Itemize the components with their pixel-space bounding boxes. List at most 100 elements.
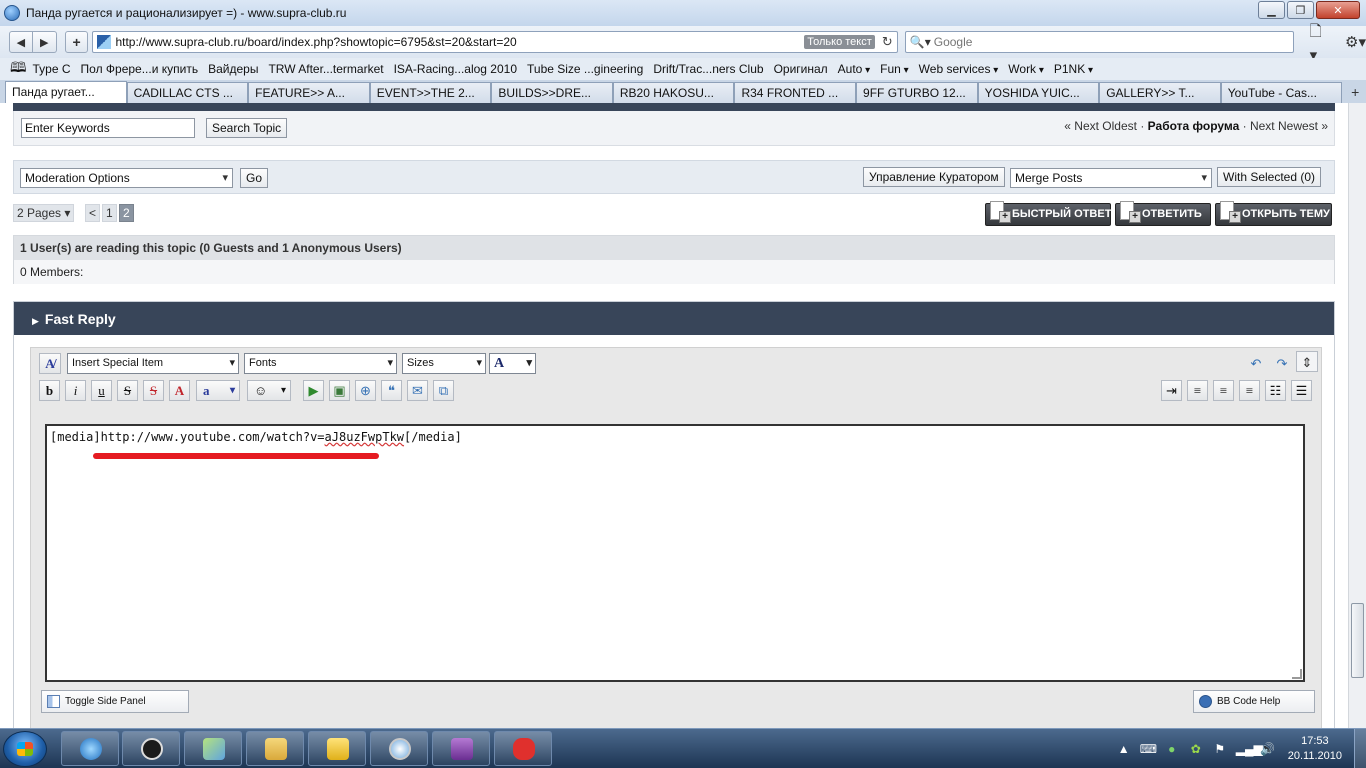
bold-icon[interactable]: b [39,380,60,401]
quick-reply-button[interactable]: БЫСТРЫЙ ОТВЕТ [985,201,1111,226]
strikethrough-icon[interactable]: S [117,380,138,401]
scrollbar-thumb[interactable] [1351,603,1364,678]
new-tab-button[interactable]: + [64,31,89,53]
next-newest-link[interactable]: Next Newest » [1250,119,1328,133]
show-desktop-button[interactable] [1354,729,1366,768]
tab[interactable]: CADILLAC CTS ... [126,82,249,103]
font-color-icon[interactable]: A [169,380,190,401]
remove-format-icon[interactable]: S [143,380,164,401]
reader-mode-badge[interactable]: Только текст [804,35,875,49]
bullet-list-icon[interactable]: ☰ [1291,380,1312,401]
insert-image-icon[interactable]: ▣ [329,380,350,401]
web-search-input[interactable] [933,35,1274,49]
bookmark-folder[interactable]: Web services [919,62,999,76]
bookmark-item[interactable]: Drift/Trac...ners Club [653,62,763,76]
taskbar-app[interactable] [184,731,242,766]
align-right-icon[interactable]: ≡ [1239,380,1260,401]
align-center-icon[interactable]: ≡ [1213,380,1234,401]
insert-link-icon[interactable]: ⊕ [355,380,376,401]
bookmark-folder[interactable]: Auto [838,62,871,76]
italic-icon[interactable]: i [65,380,86,401]
back-button[interactable]: ◀ [9,31,33,53]
switch-editor-mode-icon[interactable]: A̸ [39,353,61,374]
keywords-input[interactable] [21,118,195,138]
volume-icon[interactable]: 🔊 [1260,742,1276,756]
forum-link[interactable]: Работа форума [1148,119,1240,133]
close-button[interactable]: ✕ [1316,1,1360,19]
keyboard-icon[interactable]: ⌨ [1140,742,1157,756]
new-tab-plus-icon[interactable]: + [1344,82,1366,103]
toggle-side-panel-button[interactable]: Toggle Side Panel [41,690,189,713]
forward-button[interactable]: ▶ [32,31,57,53]
emoticons-icon[interactable]: ☺ [247,380,291,401]
start-button[interactable] [3,731,47,767]
bookmark-folder[interactable]: Fun [880,62,909,76]
search-engine-icon[interactable]: 🔍▾ [910,35,931,49]
tab[interactable]: GALLERY>> T... [1099,82,1221,103]
search-topic-button[interactable]: Search Topic [206,118,288,138]
clock[interactable]: 17:53 20.11.2010 [1288,734,1342,764]
tab[interactable]: EVENT>>THE 2... [369,82,492,103]
underline-icon[interactable]: u [91,380,112,401]
merge-posts-select[interactable]: Merge Posts [1010,168,1212,188]
textarea-resize-handle[interactable] [1292,669,1302,679]
go-button[interactable]: Go [240,168,269,188]
search-bar[interactable]: 🔍▾ [904,31,1294,53]
taskbar-explorer[interactable] [246,731,304,766]
new-topic-button[interactable]: ОТКРЫТЬ ТЕМУ [1215,201,1332,226]
align-left-icon[interactable]: ≡ [1187,380,1208,401]
insert-media-icon[interactable]: ▶ [303,380,324,401]
flag-icon[interactable]: ⚑ [1212,742,1228,756]
bookmark-folder[interactable]: P1NK [1054,62,1093,76]
bookmark-folder[interactable]: Work [1008,62,1044,76]
bookmarks-book-icon[interactable]: 🕮 [10,57,27,81]
taskbar-safari[interactable] [370,731,428,766]
tab-active[interactable]: Панда ругает... [5,81,127,103]
page-count-dropdown[interactable]: 2 Pages ▾ [13,204,75,222]
bookmark-item[interactable]: Пол Фрере...и купить [81,62,199,76]
fast-reply-header[interactable]: ▶ Fast Reply [14,302,1334,335]
taskbar-itunes[interactable] [61,731,119,766]
tab[interactable]: FEATURE>> A... [248,82,370,103]
bookmark-item[interactable]: TRW After...termarket [268,62,383,76]
bookmark-item[interactable]: Вайдеры [208,62,258,76]
taskbar-hp[interactable] [122,731,180,766]
tray-expand-icon[interactable]: ▲ [1116,742,1132,756]
taskbar-messenger[interactable] [308,731,366,766]
next-oldest-link[interactable]: « Next Oldest [1064,119,1137,133]
tab[interactable]: YOSHIDA YUIC... [977,82,1100,103]
bookmark-item[interactable]: ISA-Racing...alog 2010 [394,62,517,76]
highlight-icon[interactable]: a [196,380,240,401]
bookmark-item[interactable]: Оригинал [774,62,828,76]
insert-email-icon[interactable]: ✉ [407,380,428,401]
tab[interactable]: R34 FRONTED ... [734,82,857,103]
sizes-select[interactable]: Sizes [402,353,486,374]
taskbar-paint[interactable] [494,731,552,766]
redo-icon[interactable]: ↷ [1271,353,1293,374]
page-scrollbar[interactable] [1348,103,1366,728]
tab[interactable]: RB20 HAKOSU... [612,82,735,103]
curator-manage-button[interactable]: Управление Куратором [863,167,1005,187]
previous-page-link[interactable]: < [85,204,101,222]
network-signal-icon[interactable]: ▂▄▆ [1236,742,1263,756]
maximize-button[interactable]: ❐ [1287,1,1314,19]
bookmark-item[interactable]: Tube Size ...gineering [527,62,643,76]
chat-icon[interactable]: ● [1164,742,1180,756]
bookmark-item[interactable]: Type C [33,62,71,76]
icq-flower-icon[interactable]: ✿ [1188,742,1204,756]
fonts-select[interactable]: Fonts [244,353,397,374]
indent-icon[interactable]: ⇥ [1161,380,1182,401]
taskbar-onenote[interactable] [432,731,490,766]
resize-editor-icon[interactable]: ⇕ [1296,351,1318,372]
bbcode-help-button[interactable]: BB Code Help [1193,690,1315,713]
moderation-options-select[interactable]: Moderation Options [20,168,233,188]
insert-code-icon[interactable]: ⧉ [433,380,454,401]
insert-quote-icon[interactable]: ❝ [381,380,402,401]
insert-special-select[interactable]: Insert Special Item [67,353,239,374]
minimize-button[interactable]: ▁ [1258,1,1285,19]
reload-icon[interactable]: ↻ [882,34,893,50]
text-color-select[interactable]: A [489,353,536,374]
post-textarea[interactable]: [media]http://www.youtube.com/watch?v=aJ… [45,424,1305,682]
ordered-list-icon[interactable]: ☷ [1265,380,1286,401]
url-bar[interactable]: http://www.supra-club.ru/board/index.php… [92,31,898,53]
